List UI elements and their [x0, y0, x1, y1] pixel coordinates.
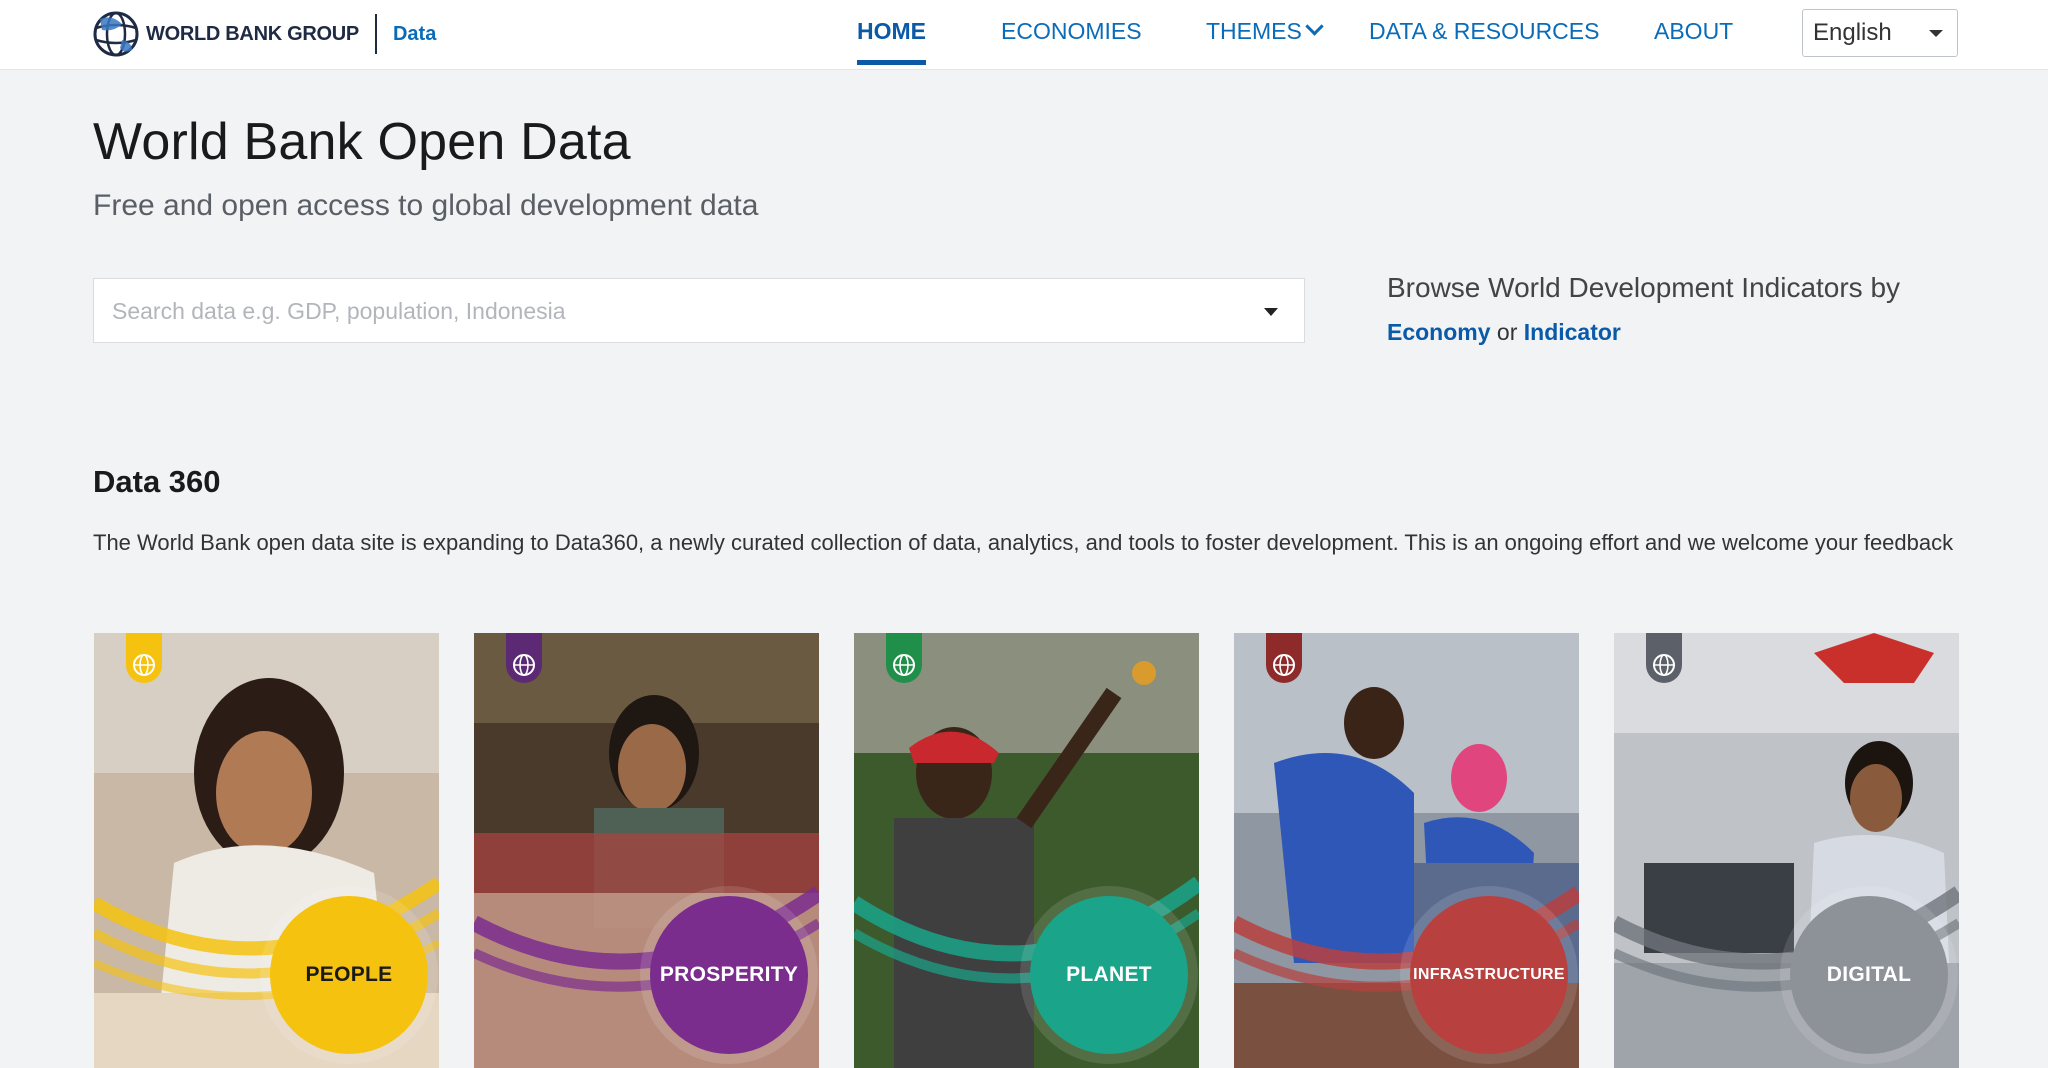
nav-about[interactable]: ABOUT [1654, 18, 1733, 45]
data360-title: Data 360 [93, 464, 221, 499]
infrastructure-tab [1266, 633, 1302, 683]
globe-icon [1653, 654, 1675, 676]
card-prosperity[interactable]: PROSPERITY [474, 633, 819, 1068]
digital-label: DIGITAL [1826, 963, 1912, 986]
people-tab [126, 633, 162, 683]
nav-data-resources[interactable]: DATA & RESOURCES [1369, 18, 1599, 45]
card-planet[interactable]: PLANET [854, 633, 1199, 1068]
prosperity-badge: PROSPERITY [650, 896, 808, 1054]
nav-economies[interactable]: ECONOMIES [1001, 18, 1142, 45]
language-selected: English [1813, 19, 1892, 46]
infrastructure-badge: INFRASTRUCTURE [1410, 896, 1568, 1054]
nav-themes-label: THEMES [1206, 18, 1302, 44]
search-box[interactable] [93, 278, 1305, 344]
card-digital[interactable]: DIGITAL [1614, 633, 1959, 1068]
browse-text: Browse World Development Indicators by [1387, 272, 1901, 303]
browse-economy-link[interactable]: Economy [1387, 319, 1491, 345]
globe-icon [513, 654, 535, 676]
digital-badge: DIGITAL [1790, 896, 1948, 1054]
card-people[interactable]: PEOPLE [94, 633, 439, 1068]
data360-description: The World Bank open data site is expandi… [93, 530, 1954, 555]
browse-links: Economy or Indicator [1387, 319, 1621, 346]
digital-tab [1646, 633, 1682, 683]
people-badge: PEOPLE [270, 896, 428, 1054]
caret-down-icon [1929, 30, 1943, 37]
top-header: WORLD BANK GROUP Data HOME ECONOMIES THE… [0, 0, 2048, 70]
browse-indicator-link[interactable]: Indicator [1524, 319, 1621, 345]
globe-icon [893, 654, 915, 676]
people-label: PEOPLE [305, 963, 393, 986]
globe-icon [1273, 654, 1295, 676]
planet-badge: PLANET [1030, 896, 1188, 1054]
page-subtitle: Free and open access to global developme… [93, 189, 759, 222]
search-dropdown-icon[interactable] [1264, 308, 1278, 316]
infrastructure-label: INFRASTRUCTURE [1413, 966, 1565, 983]
planet-label: PLANET [1066, 963, 1152, 986]
prosperity-label: PROSPERITY [659, 963, 799, 986]
planet-tab [886, 633, 922, 683]
chevron-down-icon [1305, 17, 1324, 36]
language-select[interactable]: English [1802, 9, 1958, 57]
page-title: World Bank Open Data [93, 113, 631, 171]
card-infrastructure[interactable]: INFRASTRUCTURE [1234, 633, 1579, 1068]
browse-connector: or [1496, 319, 1518, 345]
nav-themes[interactable]: THEMES [1206, 17, 1324, 45]
globe-icon [133, 654, 155, 676]
main-nav: HOME ECONOMIES THEMES DATA & RESOURCES A… [0, 0, 2048, 69]
search-input[interactable] [110, 279, 1234, 344]
prosperity-tab [506, 633, 542, 683]
nav-home[interactable]: HOME [857, 18, 926, 65]
